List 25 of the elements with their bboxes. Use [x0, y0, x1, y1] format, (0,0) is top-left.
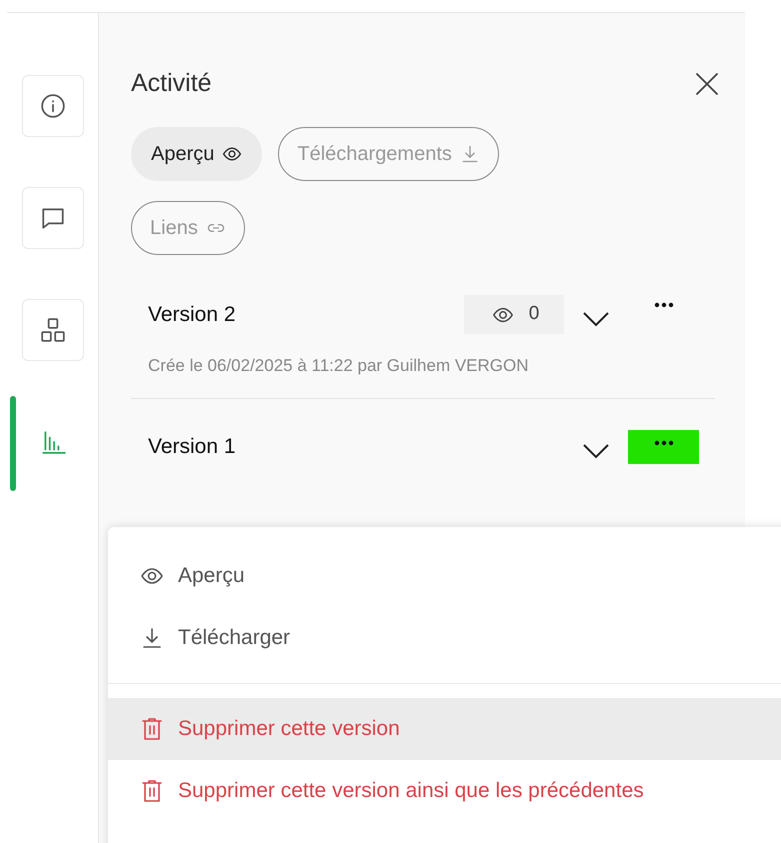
squares-icon — [40, 317, 66, 343]
bar-chart-icon — [40, 429, 66, 455]
filter-chip[interactable]: Liens — [131, 200, 245, 254]
sidebar-button[interactable] — [22, 75, 84, 137]
menu-item[interactable]: Supprimer cette version — [108, 698, 781, 760]
version-title: Version 2 — [148, 302, 237, 328]
view-count: 0 — [464, 295, 564, 334]
version-meta: Crée le 06/02/2025 à 11:22 par Guilhem VERGON — [147, 354, 530, 376]
trash-icon — [140, 779, 164, 803]
menu-item[interactable]: Supprimer cette version ainsi que les précédentes — [108, 760, 781, 822]
download-icon — [460, 144, 480, 164]
menu-item[interactable]: Aperçu — [108, 545, 781, 607]
chevron-down-icon[interactable] — [582, 443, 610, 459]
more-icon — [654, 302, 674, 308]
more-icon — [654, 440, 674, 446]
version-title: Version 1 — [148, 434, 237, 460]
sidebar-button[interactable] — [22, 299, 84, 361]
filter-chip[interactable]: Téléchargements — [278, 126, 499, 180]
info-icon — [40, 93, 66, 119]
filter-chip[interactable]: Aperçu — [131, 126, 262, 180]
sidebar-button[interactable] — [22, 187, 84, 249]
chevron-down-icon[interactable] — [582, 310, 610, 326]
menu-item[interactable]: Télécharger — [108, 607, 781, 669]
trash-icon — [140, 717, 164, 741]
panel-title: Activité — [131, 68, 212, 99]
